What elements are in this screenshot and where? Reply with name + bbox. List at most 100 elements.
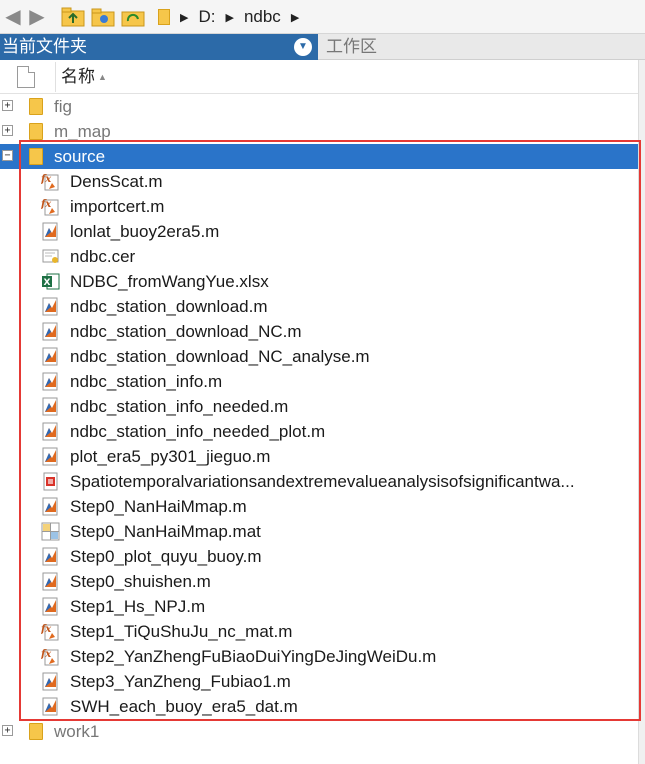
- file-name: Step1_Hs_NPJ.m: [70, 597, 206, 616]
- folder-row-m-map[interactable]: + m_map: [0, 119, 638, 144]
- file-name: lonlat_buoy2era5.m: [70, 222, 220, 241]
- file-row[interactable]: ndbc_station_download_NC_analyse.m: [0, 344, 638, 369]
- function-fx-icon: fx: [40, 197, 60, 216]
- file-row[interactable]: Step0_shuishen.m: [0, 569, 638, 594]
- expand-plus-icon[interactable]: +: [2, 725, 13, 736]
- file-name: ndbc_station_download_NC.m: [70, 322, 302, 341]
- svg-text:fx: fx: [41, 624, 52, 635]
- file-name: ndbc_station_info_needed.m: [70, 397, 289, 416]
- function-fx-icon: fx: [40, 647, 60, 666]
- matlab-script-icon: [41, 447, 60, 466]
- file-name: Step0_shuishen.m: [70, 572, 211, 591]
- tab-workspace[interactable]: 工作区: [318, 34, 645, 60]
- folder-icon: [29, 723, 43, 740]
- file-row[interactable]: Step1_Hs_NPJ.m: [0, 594, 638, 619]
- svg-text:fx: fx: [41, 649, 52, 660]
- svg-text:fx: fx: [41, 174, 52, 185]
- matlab-script-icon: [41, 572, 60, 591]
- breadcrumb-separator: ▶: [225, 11, 234, 24]
- folder-open-icon: [29, 148, 43, 165]
- matlab-script-icon: [41, 497, 60, 516]
- folder-row-work1[interactable]: + work1: [0, 719, 638, 744]
- breadcrumb-separator: ▶: [180, 11, 189, 24]
- file-row[interactable]: Step3_YanZheng_Fubiao1.m: [0, 669, 638, 694]
- folder-name: work1: [54, 722, 100, 741]
- matlab-script-icon: [41, 397, 60, 416]
- workspace-title: 工作区: [326, 37, 377, 56]
- up-folder-icon[interactable]: [60, 6, 86, 28]
- breadcrumb-separator[interactable]: ▶: [291, 11, 299, 24]
- collapse-minus-icon[interactable]: −: [2, 150, 13, 161]
- document-icon: [17, 66, 35, 88]
- chevron-down-icon[interactable]: ▼: [294, 38, 312, 56]
- panel-header: 当前文件夹 ▼ 工作区: [0, 34, 645, 60]
- file-row[interactable]: fx importcert.m: [0, 194, 638, 219]
- file-row[interactable]: ndbc_station_info_needed_plot.m: [0, 419, 638, 444]
- matlab-script-icon: [41, 672, 60, 691]
- file-name: ndbc.cer: [70, 247, 136, 266]
- file-row[interactable]: Step0_plot_quyu_buoy.m: [0, 544, 638, 569]
- file-name: DensScat.m: [70, 172, 163, 191]
- matlab-script-icon: [41, 597, 60, 616]
- back-arrow-icon[interactable]: ◀: [2, 6, 24, 28]
- breadcrumb-drive[interactable]: D:: [198, 7, 215, 27]
- current-folder-title: 当前文件夹: [2, 37, 87, 56]
- file-row[interactable]: ndbc_station_download_NC.m: [0, 319, 638, 344]
- excel-icon: X: [41, 272, 60, 291]
- matlab-script-icon: [41, 297, 60, 316]
- file-row[interactable]: fx Step1_TiQuShuJu_nc_mat.m: [0, 619, 638, 644]
- folder-row-fig[interactable]: + fig: [0, 94, 638, 119]
- pdf-icon: [41, 472, 60, 491]
- file-name: Spatiotemporalvariationsandextremevaluea…: [70, 472, 575, 491]
- refresh-folder-icon[interactable]: [120, 6, 146, 28]
- file-name: Step0_NanHaiMmap.mat: [70, 522, 261, 541]
- matlab-script-icon: [41, 697, 60, 716]
- file-row[interactable]: Step0_NanHaiMmap.mat: [0, 519, 638, 544]
- file-row[interactable]: X NDBC_fromWangYue.xlsx: [0, 269, 638, 294]
- file-name: ndbc_station_download_NC_analyse.m: [70, 347, 370, 366]
- function-fx-icon: fx: [40, 172, 60, 191]
- vertical-scrollbar[interactable]: [638, 60, 645, 764]
- column-name-header[interactable]: 名称 ▲: [61, 60, 107, 94]
- file-row[interactable]: fx DensScat.m: [0, 169, 638, 194]
- sort-ascending-icon: ▲: [98, 72, 107, 82]
- file-row[interactable]: fx Step2_YanZhengFuBiaoDuiYingDeJingWeiDu…: [0, 644, 638, 669]
- file-row[interactable]: lonlat_buoy2era5.m: [0, 219, 638, 244]
- matlab-script-icon: [41, 222, 60, 241]
- matlab-script-icon: [41, 347, 60, 366]
- browse-folder-icon[interactable]: [90, 6, 116, 28]
- mat-file-icon: [41, 522, 60, 541]
- expand-plus-icon[interactable]: +: [2, 125, 13, 136]
- file-name: Step0_NanHaiMmap.m: [70, 497, 247, 516]
- file-name: ndbc_station_info.m: [70, 372, 223, 391]
- file-row[interactable]: Step0_NanHaiMmap.m: [0, 494, 638, 519]
- folder-name: m_map: [54, 122, 111, 141]
- file-name: NDBC_fromWangYue.xlsx: [70, 272, 269, 291]
- column-divider: [55, 62, 56, 92]
- matlab-script-icon: [41, 372, 60, 391]
- tab-current-folder[interactable]: 当前文件夹 ▼: [0, 34, 318, 60]
- file-row[interactable]: ndbc_station_info.m: [0, 369, 638, 394]
- file-row[interactable]: ndbc_station_download.m: [0, 294, 638, 319]
- folder-icon: [158, 9, 170, 25]
- folder-name: source: [54, 147, 106, 166]
- file-name: ndbc_station_download.m: [70, 297, 268, 316]
- matlab-script-icon: [41, 547, 60, 566]
- file-row[interactable]: Spatiotemporalvariationsandextremevaluea…: [0, 469, 638, 494]
- file-row[interactable]: plot_era5_py301_jieguo.m: [0, 444, 638, 469]
- column-header: 名称 ▲: [0, 60, 638, 94]
- file-row[interactable]: ndbc_station_info_needed.m: [0, 394, 638, 419]
- expand-plus-icon[interactable]: +: [2, 100, 13, 111]
- breadcrumb: ▶ D: ▶ ndbc ▶: [158, 0, 645, 34]
- folder-name: fig: [54, 97, 72, 116]
- file-name: Step0_plot_quyu_buoy.m: [70, 547, 262, 566]
- file-row[interactable]: SWH_each_buoy_era5_dat.m: [0, 694, 638, 719]
- forward-arrow-icon[interactable]: ▶: [26, 6, 48, 28]
- svg-text:fx: fx: [41, 199, 52, 210]
- certificate-icon: [41, 247, 60, 266]
- file-row[interactable]: ndbc.cer: [0, 244, 638, 269]
- folder-row-source[interactable]: − source: [0, 144, 638, 169]
- breadcrumb-folder[interactable]: ndbc: [244, 7, 281, 27]
- folder-icon: [29, 98, 43, 115]
- matlab-script-icon: [41, 422, 60, 441]
